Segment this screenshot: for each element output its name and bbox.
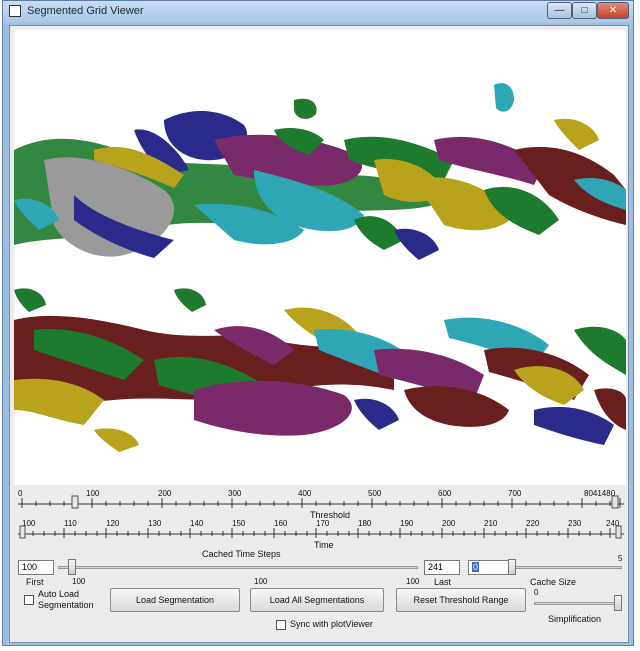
cached-time-steps-thumb[interactable] bbox=[68, 559, 76, 575]
threshold-tick-label: 8041480 bbox=[584, 489, 616, 498]
time-tick-label: 230 bbox=[568, 519, 582, 528]
threshold-tick-label: 200 bbox=[158, 489, 172, 498]
time-tick-label: 220 bbox=[526, 519, 540, 528]
time-tick-label: 210 bbox=[484, 519, 498, 528]
first-label: First bbox=[26, 577, 44, 587]
threshold-tick-label: 700 bbox=[508, 489, 522, 498]
time-tick-label: 170 bbox=[316, 519, 330, 528]
window-title: Segmented Grid Viewer bbox=[27, 5, 144, 17]
time-tick-label: 140 bbox=[190, 519, 204, 528]
threshold-tick-label: 400 bbox=[298, 489, 312, 498]
segmented-grid-render bbox=[14, 83, 626, 452]
maximize-button[interactable]: □ bbox=[572, 2, 597, 19]
lower-segment-band bbox=[14, 288, 626, 452]
upper-segment-band bbox=[14, 83, 626, 260]
minimize-button[interactable]: — bbox=[547, 2, 572, 19]
simplification-thumb[interactable] bbox=[614, 595, 622, 611]
time-ruler[interactable]: 100 110 120 130 140 150 160 170 180 190 … bbox=[18, 519, 624, 540]
time-tick-label: 130 bbox=[148, 519, 162, 528]
load-all-segmentations-button[interactable]: Load All Segmentations bbox=[250, 588, 384, 612]
slider-position-label: 100 bbox=[72, 577, 86, 586]
cache-size-field[interactable]: 0 bbox=[468, 560, 510, 575]
cache-size-value: 0 bbox=[472, 562, 480, 572]
cache-size-track[interactable] bbox=[514, 566, 622, 569]
time-label: Time bbox=[314, 540, 334, 550]
segmentation-viewport[interactable] bbox=[14, 30, 626, 485]
threshold-tick-label: 600 bbox=[438, 489, 452, 498]
time-tick-label: 150 bbox=[232, 519, 246, 528]
threshold-tick-label: 0 bbox=[18, 489, 23, 498]
load-segmentation-button[interactable]: Load Segmentation bbox=[110, 588, 240, 612]
client-area: 0 100 200 300 400 500 600 700 8041480 Th… bbox=[9, 25, 629, 643]
cache-size-thumb[interactable] bbox=[508, 559, 516, 575]
sync-plotviewer-label: Sync with plotViewer bbox=[290, 619, 373, 629]
simplification-track[interactable] bbox=[534, 602, 620, 605]
cached-time-steps-label: Cached Time Steps bbox=[202, 549, 281, 559]
simplification-min-label: 0 bbox=[534, 588, 539, 597]
last-time-step-field[interactable]: 241 bbox=[424, 560, 460, 575]
time-tick-label: 110 bbox=[64, 519, 77, 528]
sync-plotviewer-checkbox[interactable] bbox=[276, 620, 286, 630]
auto-load-checkbox[interactable] bbox=[24, 595, 34, 605]
time-tick-label: 160 bbox=[274, 519, 288, 528]
app-icon bbox=[9, 5, 21, 17]
time-tick-label: 200 bbox=[442, 519, 456, 528]
reset-threshold-range-button[interactable]: Reset Threshold Range bbox=[396, 588, 526, 612]
first-time-step-field[interactable]: 100 bbox=[18, 560, 54, 575]
time-tick-label: 100 bbox=[22, 519, 36, 528]
threshold-tick-label: 500 bbox=[368, 489, 382, 498]
cache-size-max-label: 5 bbox=[618, 554, 623, 563]
close-button[interactable]: ✕ bbox=[597, 2, 629, 19]
threshold-min-handle bbox=[71, 495, 79, 509]
last-label: Last bbox=[434, 577, 452, 587]
simplification-label: Simplification bbox=[548, 614, 602, 624]
cache-size-label: Cache Size bbox=[530, 577, 577, 587]
time-tick-label: 190 bbox=[400, 519, 414, 528]
time-tick-label: 180 bbox=[358, 519, 372, 528]
time-tick-label: 120 bbox=[106, 519, 120, 528]
threshold-ruler[interactable]: 0 100 200 300 400 500 600 700 8041480 bbox=[18, 489, 624, 510]
cached-time-steps-track[interactable] bbox=[58, 566, 418, 569]
slider-right-label: 100 bbox=[406, 577, 420, 586]
time-tick-label: 240 bbox=[606, 519, 620, 528]
threshold-tick-label: 100 bbox=[86, 489, 100, 498]
title-bar[interactable]: Segmented Grid Viewer — □ ✕ bbox=[3, 1, 633, 23]
threshold-ticks bbox=[18, 495, 624, 509]
auto-load-label: Auto Load Segmentation bbox=[38, 589, 94, 610]
slider-mid-label: 100 bbox=[254, 577, 268, 586]
application-window: Segmented Grid Viewer — □ ✕ 0 100 200 30… bbox=[2, 0, 634, 646]
threshold-tick-label: 300 bbox=[228, 489, 242, 498]
